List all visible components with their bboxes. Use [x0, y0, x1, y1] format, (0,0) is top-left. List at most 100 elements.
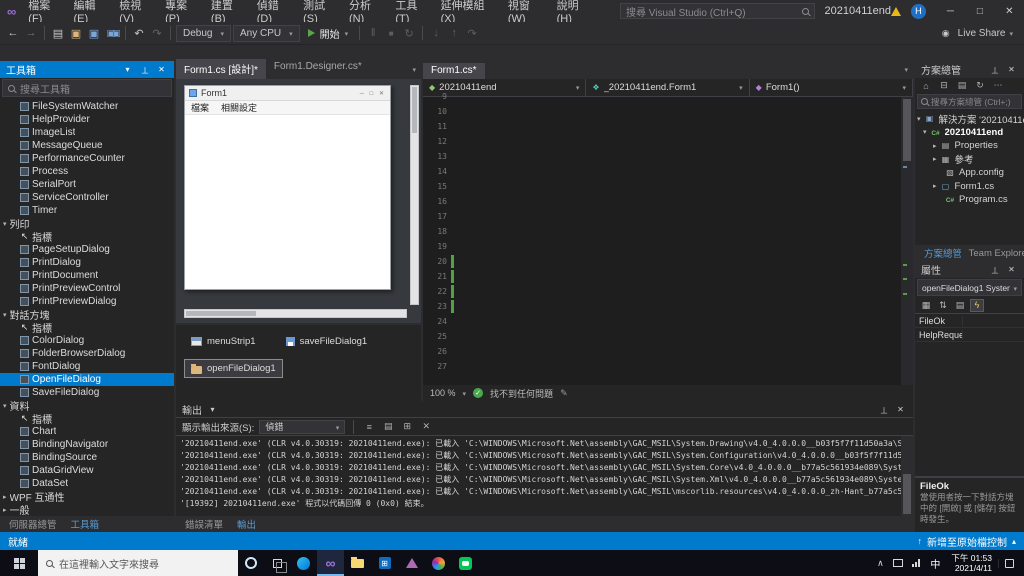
- start-button[interactable]: [0, 550, 38, 576]
- store-icon[interactable]: [371, 550, 398, 576]
- toolbox-item[interactable]: ServiceController: [0, 191, 174, 204]
- tool-window-tab[interactable]: 錯誤清單: [179, 516, 229, 532]
- document-tab[interactable]: Form1.cs*: [423, 63, 485, 79]
- tree-node[interactable]: ▾ 解決方案 '20210411end' (1 個專案): [915, 112, 1024, 126]
- close-icon[interactable]: [894, 405, 907, 414]
- toolbox-item[interactable]: 指標: [0, 412, 174, 425]
- pin-icon[interactable]: [988, 64, 1001, 75]
- pin-icon[interactable]: [877, 404, 890, 415]
- platform-dropdown[interactable]: Any CPU: [232, 24, 300, 42]
- navigate-forward-icon[interactable]: [23, 25, 39, 42]
- output-source-dropdown[interactable]: 偵錯: [259, 419, 346, 434]
- scrollbar-thumb[interactable]: [186, 311, 256, 316]
- show-all-files-icon[interactable]: ▤: [955, 80, 969, 91]
- code-editor[interactable]: 9 using System.Windows.Forms; 10: [423, 92, 913, 385]
- property-row[interactable]: HelpRequest: [915, 328, 1024, 342]
- output-scrollbar[interactable]: [901, 436, 913, 516]
- toolbox-search-input[interactable]: 搜尋工具箱: [2, 79, 172, 97]
- visual-studio-icon[interactable]: [317, 550, 344, 576]
- source-control-button[interactable]: 新增至原始檔控制: [917, 534, 1016, 549]
- new-project-icon[interactable]: [50, 25, 66, 42]
- designed-menu-item[interactable]: 檔案: [185, 101, 215, 114]
- minimize-button[interactable]: ─: [936, 0, 965, 22]
- maximize-button[interactable]: □: [965, 0, 994, 22]
- toolbox-item[interactable]: ImageList: [0, 126, 174, 139]
- toolbox-item[interactable]: 指標: [0, 230, 174, 243]
- scrollbar-thumb[interactable]: [903, 99, 911, 161]
- ime-indicator[interactable]: 中: [925, 556, 945, 571]
- close-icon[interactable]: [155, 65, 168, 74]
- file-explorer-icon[interactable]: [344, 550, 371, 576]
- hidden-icons-chevron-icon[interactable]: [871, 558, 889, 569]
- tray-component[interactable]: openFileDialog1: [184, 359, 283, 378]
- property-value[interactable]: [963, 314, 1024, 327]
- toolbox-item[interactable]: FolderBrowserDialog: [0, 347, 174, 360]
- chevron-down-icon[interactable]: [899, 66, 913, 74]
- object-selector-dropdown[interactable]: openFileDialog1 System.Windows.Forms.Ope…: [917, 279, 1022, 296]
- live-share-button[interactable]: Live Share: [932, 25, 1019, 42]
- properties-view-icon[interactable]: ▤: [953, 299, 967, 312]
- output-header[interactable]: 輸出: [176, 401, 913, 417]
- categorized-icon[interactable]: ▦: [919, 299, 933, 312]
- navigate-back-icon[interactable]: [5, 25, 21, 42]
- solution-search-input[interactable]: 搜尋方案總管 (Ctrl+;): [917, 94, 1022, 109]
- step-out-icon[interactable]: [446, 25, 462, 42]
- edge-icon[interactable]: [290, 550, 317, 576]
- toolbox-item[interactable]: ▾ 列印: [0, 217, 174, 230]
- step-into-icon[interactable]: [428, 25, 444, 42]
- start-debug-button[interactable]: 開始: [302, 25, 355, 42]
- toolbox-item[interactable]: DataSet: [0, 477, 174, 490]
- tree-node[interactable]: ▸ 參考: [915, 153, 1024, 166]
- toolbox-item[interactable]: PageSetupDialog: [0, 243, 174, 256]
- toolbox-item[interactable]: ColorDialog: [0, 334, 174, 347]
- more-options-icon[interactable]: ⋯: [991, 80, 1005, 91]
- chevron-down-icon[interactable]: [206, 405, 219, 414]
- tree-node[interactable]: ▸ Form1.cs: [915, 180, 1024, 194]
- task-view-button[interactable]: [264, 550, 290, 576]
- output-log[interactable]: '20210411end.exe' (CLR v4.0.30319: 20210…: [176, 436, 901, 516]
- toolbox-item[interactable]: ▾ 對話方塊: [0, 308, 174, 321]
- designer-vertical-scrollbar[interactable]: [410, 85, 419, 305]
- toolbox-item[interactable]: PrintDialog: [0, 256, 174, 269]
- tool-window-tab[interactable]: 方案總管: [918, 245, 961, 261]
- designed-form[interactable]: Form1 ─ □ ✕ 檔案 相關設定: [184, 85, 391, 290]
- toolbox-item[interactable]: ▸ WPF 互通性: [0, 490, 174, 503]
- tool-window-tab[interactable]: 輸出: [231, 516, 262, 532]
- collapse-all-icon[interactable]: ⊟: [937, 80, 951, 91]
- tree-node[interactable]: ▸ Properties: [915, 139, 1024, 153]
- editor-vertical-scrollbar[interactable]: [901, 97, 913, 385]
- toolbox-item[interactable]: ▸ 一般: [0, 503, 174, 516]
- toolbox-item[interactable]: FileSystemWatcher: [0, 100, 174, 113]
- find-icon[interactable]: ≡: [362, 422, 376, 432]
- line-icon[interactable]: [452, 550, 479, 576]
- redo-icon[interactable]: [149, 25, 165, 42]
- refresh-icon[interactable]: ↻: [973, 80, 987, 91]
- chevron-down-icon[interactable]: [121, 65, 134, 74]
- vs-search-input[interactable]: 搜尋 Visual Studio (Ctrl+Q): [619, 3, 815, 19]
- toolbox-item[interactable]: Chart: [0, 425, 174, 438]
- toolbox-item[interactable]: ▾ 資料: [0, 399, 174, 412]
- design-surface[interactable]: Form1 ─ □ ✕ 檔案 相關設定: [176, 79, 421, 323]
- close-button[interactable]: ✕: [995, 0, 1024, 22]
- installer-icon[interactable]: [398, 550, 425, 576]
- save-icon[interactable]: [86, 25, 102, 42]
- configuration-dropdown[interactable]: Debug: [176, 24, 231, 42]
- toolbox-item[interactable]: Timer: [0, 204, 174, 217]
- cortana-button[interactable]: [238, 550, 264, 576]
- health-check-icon[interactable]: [473, 388, 484, 398]
- designed-menu-item[interactable]: 相關設定: [215, 101, 263, 114]
- toolbox-header[interactable]: 工具箱: [0, 61, 174, 78]
- document-tab[interactable]: Form1.cs [設計]*: [176, 59, 266, 79]
- toolbox-item[interactable]: OpenFileDialog: [0, 373, 174, 386]
- tree-node[interactable]: App.config: [915, 166, 1024, 180]
- property-row[interactable]: FileOk: [915, 314, 1024, 328]
- restart-icon[interactable]: [401, 25, 417, 42]
- network-icon[interactable]: [907, 559, 925, 567]
- notification-warning-icon[interactable]: [890, 6, 901, 16]
- events-view-icon[interactable]: ϟ: [970, 298, 984, 312]
- pin-icon[interactable]: [988, 264, 1001, 275]
- chevron-down-icon[interactable]: [407, 66, 421, 74]
- pause-icon[interactable]: [365, 25, 381, 42]
- taskbar-search-input[interactable]: 在這裡輸入文字來搜尋: [38, 550, 238, 576]
- toolbox-item[interactable]: Process: [0, 165, 174, 178]
